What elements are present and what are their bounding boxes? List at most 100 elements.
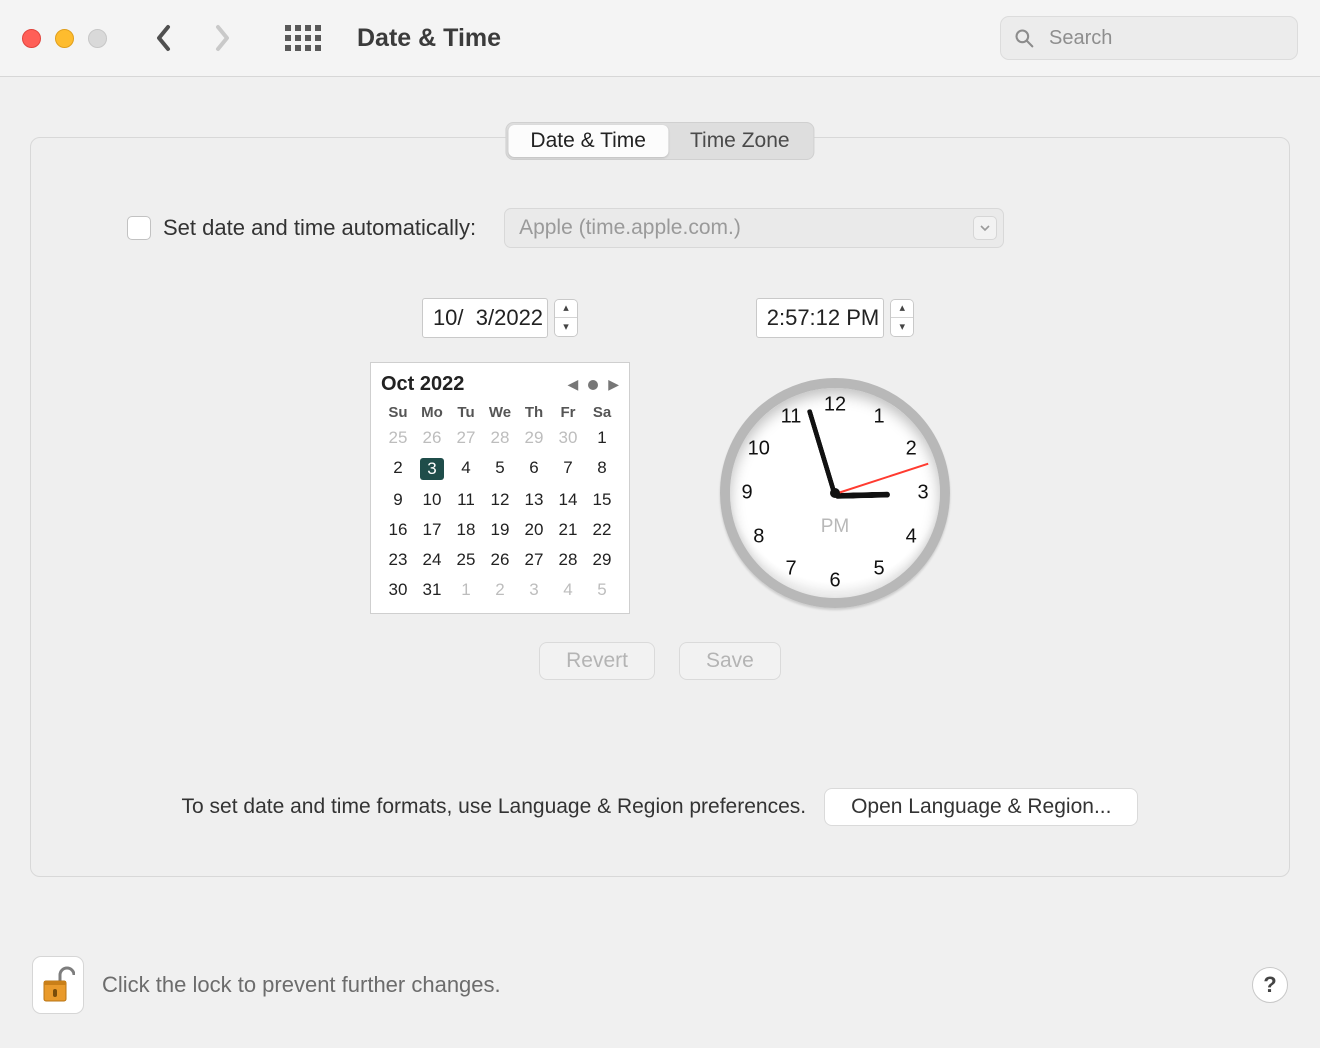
search-input[interactable] [1000,16,1298,60]
revert-save-row: Revert Save [31,642,1289,680]
calendar-dow: Mo [415,402,449,423]
calendar-day[interactable]: 13 [517,485,551,515]
clock-number: 1 [873,405,884,428]
clock-number: 2 [906,438,917,461]
calendar-dow: Sa [585,402,619,423]
date-time-picker-area: 10/ 3/2022 ▴ ▾ Oct 2022 ◀ ▶ SuMoTuWeThFr… [31,298,1289,614]
calendar-day[interactable]: 15 [585,485,619,515]
calendar-day[interactable]: 3 [517,575,551,605]
calendar-day[interactable]: 8 [585,453,619,485]
minimize-window-button[interactable] [55,29,74,48]
calendar-day[interactable]: 6 [517,453,551,485]
calendar-day[interactable]: 12 [483,485,517,515]
back-button[interactable] [155,24,173,52]
open-language-region-button[interactable]: Open Language & Region... [824,788,1138,826]
calendar-day[interactable]: 22 [585,515,619,545]
calendar-day[interactable]: 30 [381,575,415,605]
calendar-day[interactable]: 28 [551,545,585,575]
calendar-day[interactable]: 27 [449,423,483,453]
tab-bar: Date & Time Time Zone [505,122,814,160]
search-icon [1014,28,1034,48]
tab-date-time[interactable]: Date & Time [508,125,668,157]
calendar-day[interactable]: 5 [483,453,517,485]
date-step-down[interactable]: ▾ [555,318,577,336]
calendar-day[interactable]: 21 [551,515,585,545]
date-step-up[interactable]: ▴ [555,300,577,318]
calendar-day[interactable]: 2 [381,453,415,485]
calendar-day[interactable]: 24 [415,545,449,575]
calendar-day[interactable]: 19 [483,515,517,545]
calendar-day[interactable]: 1 [585,423,619,453]
panel-footer: To set date and time formats, use Langua… [31,788,1289,826]
help-button[interactable]: ? [1252,967,1288,1003]
lock-button[interactable] [32,956,84,1014]
search-wrap [1000,16,1298,60]
fullscreen-window-button[interactable] [88,29,107,48]
calendar-nav: ◀ ▶ [567,376,619,393]
calendar-day[interactable]: 7 [551,453,585,485]
calendar-dow: Fr [551,402,585,423]
auto-set-label: Set date and time automatically: [163,215,476,241]
close-window-button[interactable] [22,29,41,48]
calendar-day[interactable]: 18 [449,515,483,545]
calendar-day[interactable]: 23 [381,545,415,575]
calendar-prev-month[interactable]: ◀ [567,376,578,393]
calendar-day[interactable]: 25 [381,423,415,453]
analog-clock: PM 123456789101112 [720,378,950,608]
calendar-day[interactable]: 25 [449,545,483,575]
calendar-day[interactable]: 16 [381,515,415,545]
tab-time-zone[interactable]: Time Zone [668,125,812,157]
revert-button[interactable]: Revert [539,642,655,680]
save-button[interactable]: Save [679,642,781,680]
calendar-day[interactable]: 26 [483,545,517,575]
calendar-day[interactable]: 4 [449,453,483,485]
ntp-server-dropdown[interactable]: Apple (time.apple.com.) [504,208,1004,248]
analog-clock-wrap: PM 123456789101112 [720,378,950,608]
calendar-day[interactable]: 14 [551,485,585,515]
show-all-prefs-button[interactable] [285,25,321,51]
calendar-day[interactable]: 3 [415,453,449,485]
time-column: 2:57:12 PM ▴ ▾ PM 123456789101112 [720,298,950,608]
calendar-title: Oct 2022 [381,373,464,396]
lock-row: Click the lock to prevent further change… [32,956,1288,1014]
calendar-day[interactable]: 26 [415,423,449,453]
calendar-day[interactable]: 30 [551,423,585,453]
calendar-day[interactable]: 5 [585,575,619,605]
calendar-day[interactable]: 20 [517,515,551,545]
calendar-day[interactable]: 9 [381,485,415,515]
calendar-day[interactable]: 29 [585,545,619,575]
auto-set-checkbox[interactable] [127,216,151,240]
clock-number: 4 [906,526,917,549]
calendar-day[interactable]: 11 [449,485,483,515]
ntp-server-value: Apple (time.apple.com.) [519,216,741,240]
calendar-day[interactable]: 27 [517,545,551,575]
chevron-down-icon [973,216,997,240]
calendar-day[interactable]: 29 [517,423,551,453]
clock-number: 6 [829,570,840,593]
calendar-day[interactable]: 1 [449,575,483,605]
clock-number: 11 [781,405,802,428]
calendar-next-month[interactable]: ▶ [608,376,619,393]
calendar-day[interactable]: 4 [551,575,585,605]
date-field[interactable]: 10/ 3/2022 [422,298,548,338]
toolbar: Date & Time [0,0,1320,77]
window-controls [22,29,107,48]
calendar-day[interactable]: 31 [415,575,449,605]
calendar-day[interactable]: 28 [483,423,517,453]
calendar-today-button[interactable] [588,380,598,390]
time-field[interactable]: 2:57:12 PM [756,298,885,338]
clock-number: 12 [824,394,846,417]
lock-open-icon [41,965,75,1005]
time-stepper: ▴ ▾ [890,299,914,337]
calendar-day[interactable]: 2 [483,575,517,605]
calendar-day[interactable]: 17 [415,515,449,545]
calendar-day[interactable]: 10 [415,485,449,515]
forward-button[interactable] [213,24,231,52]
format-hint-text: To set date and time formats, use Langua… [182,795,807,819]
calendar-dow: Tu [449,402,483,423]
date-stepper: ▴ ▾ [554,299,578,337]
time-step-down[interactable]: ▾ [891,318,913,336]
time-step-up[interactable]: ▴ [891,300,913,318]
window-title: Date & Time [357,24,501,53]
clock-number: 10 [748,438,770,461]
